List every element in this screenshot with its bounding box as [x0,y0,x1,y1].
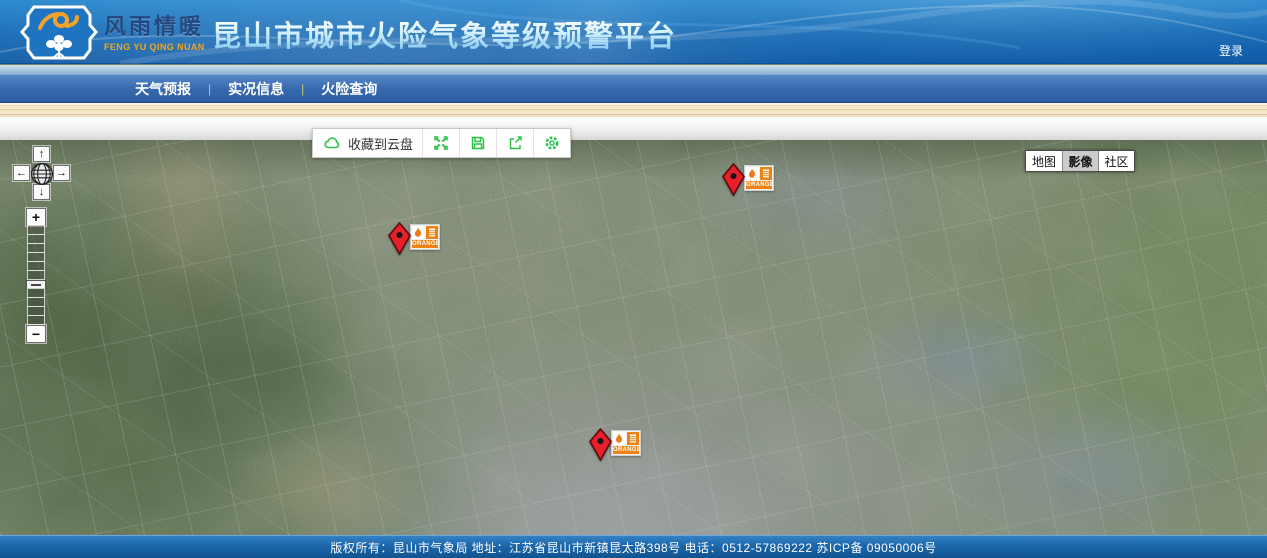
cloud-icon [322,134,342,152]
login-link[interactable]: 登录 [1219,42,1243,59]
save-button[interactable] [459,129,496,157]
nav-item-fire-risk-query[interactable]: 火险查询 [321,79,377,99]
zoom-level-cell[interactable] [27,270,45,280]
satellite-map[interactable]: ↑ ← → ↓ + [0,140,1267,535]
nav-item-weather-forecast[interactable]: 天气预报 [135,79,191,99]
pan-up-button[interactable]: ↑ [33,146,50,162]
fire-warning-badge: ORANGE [410,224,440,250]
pan-down-button[interactable]: ↓ [33,184,50,200]
app-window: 风雨情暖 FENG YU QING NUAN 昆山市城市火险气象等级预警平台 登… [0,0,1267,558]
copyright-text: 版权所有：昆山市气象局 地址：江苏省昆山市新镇昆太路398号 电话：0512-5… [330,539,936,556]
fire-warning-marker[interactable]: ORANGE [388,222,440,255]
fullscreen-button[interactable] [422,129,459,157]
globe-reset-button[interactable] [30,162,54,186]
nav-separator: | [208,82,211,96]
map-pin-icon [589,428,612,461]
warning-sign-icon [760,167,773,180]
map-pin-icon [722,163,745,196]
settings-button[interactable] [533,129,570,157]
map-pin-icon [388,222,411,255]
flame-icon [613,432,626,445]
nav-separator: | [301,82,304,96]
map-type-switcher: 地图 影像 社区 [1025,150,1135,172]
fire-warning-badge: ORANGE [611,430,641,456]
zoom-slider-track[interactable] [27,225,45,325]
pan-right-button[interactable]: → [53,165,70,181]
map-type-map[interactable]: 地图 [1026,151,1062,171]
fire-warning-marker[interactable]: ORANGE [589,428,641,461]
map-pan-control: ↑ ← → ↓ [13,146,71,202]
warning-sign-icon [426,226,439,239]
save-icon [469,134,487,152]
logo-emblem [18,3,100,62]
header-divider-strip [0,65,1267,74]
zoom-level-cell[interactable] [27,315,45,325]
warning-level-label: ORANGE [746,181,772,189]
export-button[interactable] [496,129,533,157]
fire-warning-marker[interactable]: ORANGE [722,163,774,196]
settings-icon [543,134,561,152]
export-icon [506,134,524,152]
map-type-imagery[interactable]: 影像 [1062,151,1098,171]
brand-name-en: FENG YU QING NUAN [104,42,205,52]
map-toolbar: 收藏到云盘 [312,128,571,158]
header: 风雨情暖 FENG YU QING NUAN 昆山市城市火险气象等级预警平台 登… [0,0,1267,64]
flame-icon [412,226,425,239]
warning-level-label: ORANGE [412,240,438,248]
zoom-in-button[interactable]: + [26,208,46,226]
page-title: 昆山市城市火险气象等级预警平台 [212,13,677,55]
fullscreen-icon [432,134,450,152]
beige-divider-strip [0,103,1267,117]
footer: 版权所有：昆山市气象局 地址：江苏省昆山市新镇昆太路398号 电话：0512-5… [0,535,1267,558]
save-to-cloud-button[interactable]: 收藏到云盘 [313,129,422,157]
map-zoom-control: + − [26,208,46,343]
fire-warning-badge: ORANGE [744,165,774,191]
save-to-cloud-label: 收藏到云盘 [348,134,413,153]
white-gradient-strip [0,117,1267,140]
nav-item-live-info[interactable]: 实况信息 [228,79,284,99]
brand-name-cn: 风雨情暖 [104,9,205,41]
warning-level-label: ORANGE [613,446,639,454]
map-type-community[interactable]: 社区 [1098,151,1134,171]
warning-sign-icon [627,432,640,445]
main-navbar: 天气预报 | 实况信息 | 火险查询 [0,74,1267,103]
pan-left-button[interactable]: ← [13,165,30,181]
map-grain-texture [0,140,1267,535]
map-terrain-texture [0,140,1267,535]
map-road-texture [0,140,1267,535]
zoom-out-button[interactable]: − [26,325,46,343]
brand-block: 风雨情暖 FENG YU QING NUAN [104,9,205,52]
flame-icon [746,167,759,180]
